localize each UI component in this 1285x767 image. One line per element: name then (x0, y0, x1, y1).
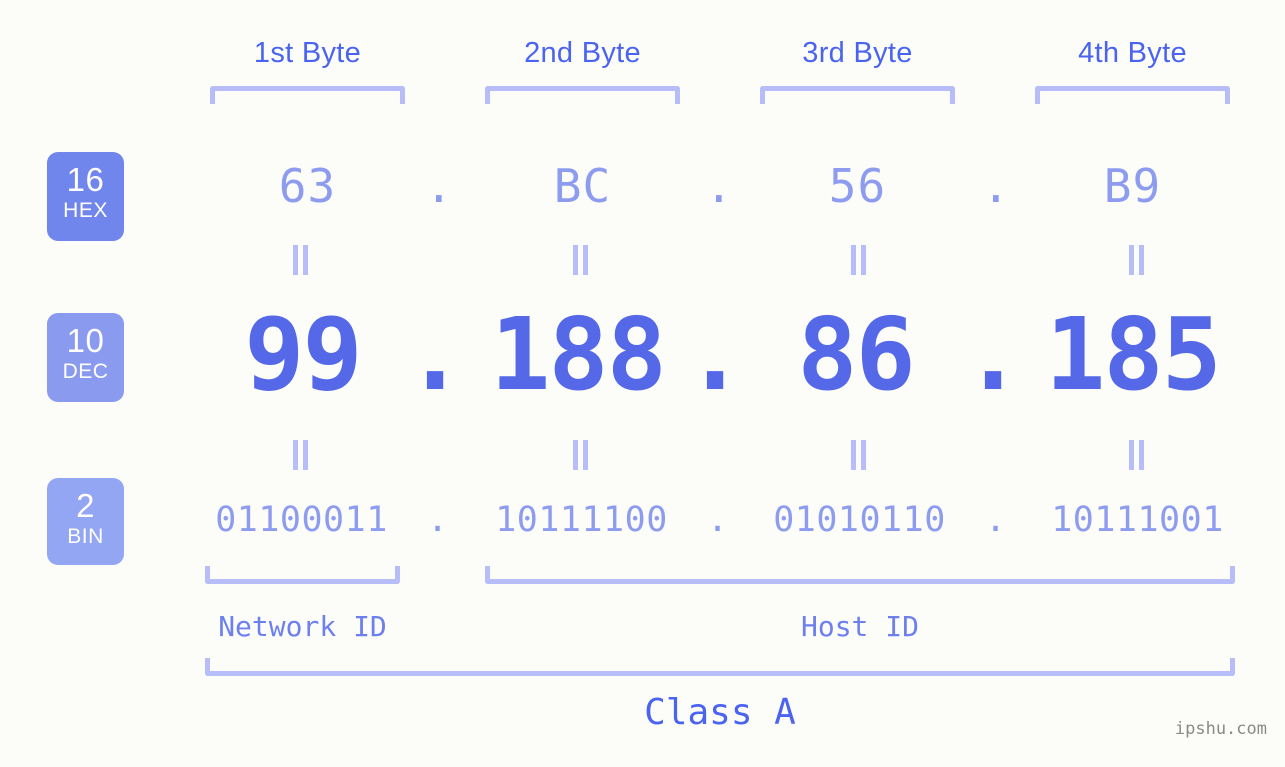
dec-separator-1: . (405, 296, 466, 413)
byte-header-2: 2nd Byte (524, 37, 641, 69)
bin-byte-1: 01100011 (215, 500, 388, 540)
equivalence-hex-dec-1 (292, 245, 310, 275)
radix-badge-bin-base: 2 (76, 487, 95, 524)
hex-separator-1: . (425, 159, 453, 213)
dec-separator-2: . (685, 296, 746, 413)
hex-byte-1: 63 (278, 159, 337, 213)
ip-address-breakdown-diagram: 1st Byte 2nd Byte 3rd Byte 4th Byte 16 H… (0, 0, 1285, 767)
ip-class-label: Class A (644, 692, 796, 733)
byte-header-1: 1st Byte (253, 37, 362, 69)
byte-bracket-2 (485, 86, 680, 104)
byte-bracket-1 (210, 86, 405, 104)
host-id-bracket (485, 566, 1235, 584)
hex-separator-3: . (982, 159, 1010, 213)
hex-separator-2: . (705, 159, 733, 213)
bin-byte-4: 10111001 (1051, 500, 1224, 540)
radix-badge-dec-system: DEC (62, 360, 109, 383)
dec-byte-1: 99 (244, 296, 362, 413)
equivalence-dec-bin-3 (850, 440, 868, 470)
network-id-bracket (205, 566, 400, 584)
bin-byte-2: 10111100 (495, 500, 668, 540)
byte-header-4: 4th Byte (1078, 37, 1187, 69)
dec-byte-2: 188 (490, 296, 667, 413)
radix-badge-hex-base: 16 (66, 161, 105, 198)
byte-bracket-3 (760, 86, 955, 104)
radix-badge-bin: 2 BIN (47, 478, 124, 565)
radix-badge-dec-base: 10 (66, 322, 105, 359)
equivalence-dec-bin-2 (572, 440, 590, 470)
bin-separator-1: . (427, 500, 449, 540)
bin-byte-3: 01010110 (773, 500, 946, 540)
hex-byte-2: BC (553, 159, 612, 213)
hex-byte-3: 56 (828, 159, 887, 213)
dec-separator-3: . (963, 296, 1024, 413)
byte-header-3: 3rd Byte (802, 37, 913, 69)
host-id-label: Host ID (800, 610, 919, 643)
bin-separator-3: . (985, 500, 1007, 540)
dec-byte-3: 86 (797, 296, 915, 413)
hex-byte-4: B9 (1103, 159, 1162, 213)
bin-separator-2: . (707, 500, 729, 540)
radix-badge-dec: 10 DEC (47, 313, 124, 402)
equivalence-hex-dec-3 (850, 245, 868, 275)
class-bracket (205, 658, 1235, 676)
equivalence-dec-bin-1 (292, 440, 310, 470)
byte-bracket-4 (1035, 86, 1230, 104)
equivalence-hex-dec-2 (572, 245, 590, 275)
radix-badge-hex-system: HEX (63, 199, 108, 222)
dec-byte-4: 185 (1045, 296, 1222, 413)
radix-badge-hex: 16 HEX (47, 152, 124, 241)
site-watermark: ipshu.com (1174, 719, 1267, 739)
equivalence-hex-dec-4 (1128, 245, 1146, 275)
radix-badge-bin-system: BIN (67, 525, 104, 548)
equivalence-dec-bin-4 (1128, 440, 1146, 470)
network-id-label: Network ID (218, 610, 387, 643)
